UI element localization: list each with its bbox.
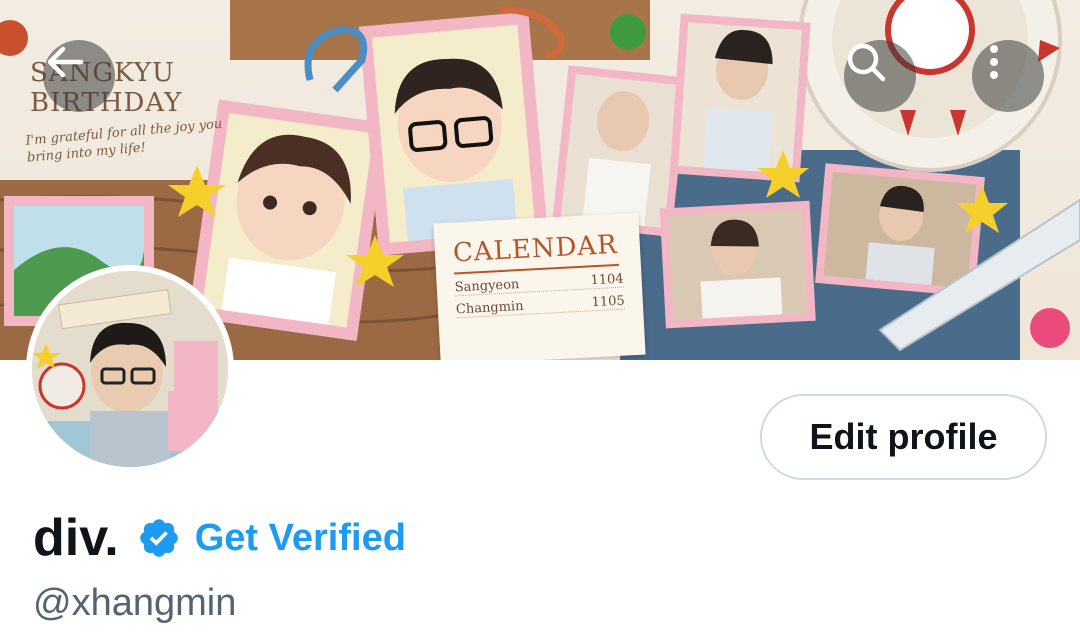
avatar-image bbox=[32, 271, 228, 467]
calendar-row-name: Sangyeon bbox=[454, 277, 520, 296]
more-options-button[interactable] bbox=[972, 40, 1044, 112]
arrow-left-icon bbox=[47, 46, 84, 78]
calendar-row-value: 1105 bbox=[591, 293, 626, 311]
calendar-row: Sangyeon 1104 bbox=[454, 271, 625, 297]
avatar-illustration bbox=[32, 271, 228, 467]
search-icon bbox=[847, 43, 886, 82]
calendar-title: CALENDAR bbox=[452, 229, 619, 275]
name-row: div. Get Verified bbox=[33, 508, 406, 568]
back-button[interactable] bbox=[43, 40, 115, 112]
get-verified-link[interactable]: Get Verified bbox=[195, 517, 406, 560]
calendar-card: CALENDAR Sangyeon 1104 Changmin 1105 bbox=[433, 212, 646, 360]
display-name: div. bbox=[33, 509, 119, 567]
edit-profile-button[interactable]: Edit profile bbox=[760, 394, 1047, 480]
calendar-row-name: Changmin bbox=[455, 298, 524, 318]
search-button[interactable] bbox=[844, 40, 916, 112]
user-handle: @xhangmin bbox=[33, 582, 237, 624]
profile-avatar[interactable] bbox=[26, 265, 234, 473]
more-vertical-icon bbox=[990, 45, 998, 79]
calendar-row: Changmin 1105 bbox=[455, 293, 626, 319]
calendar-row-value: 1104 bbox=[590, 271, 624, 289]
verified-badge-icon[interactable] bbox=[137, 516, 181, 560]
